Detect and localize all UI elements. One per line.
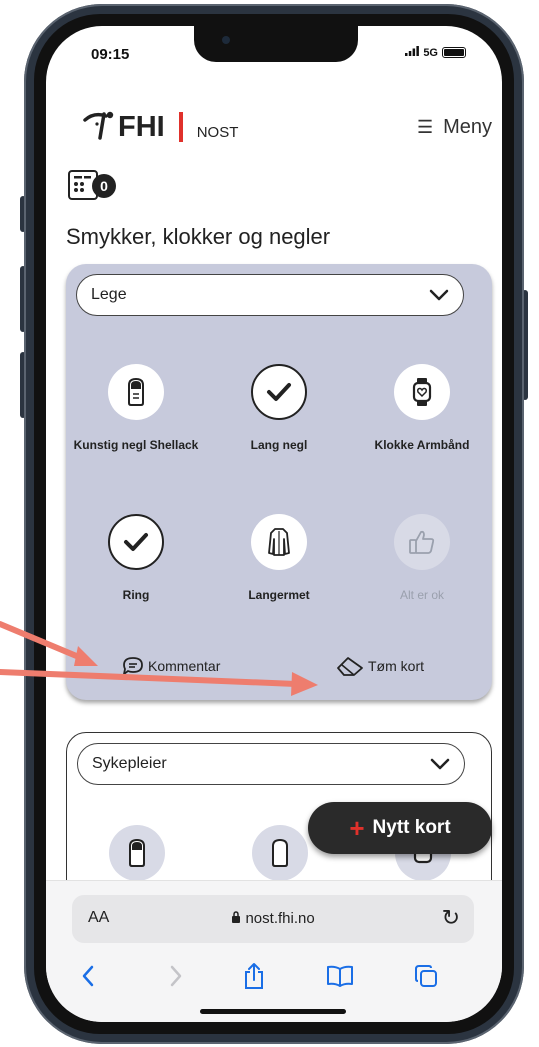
fhi-logo[interactable]: FHI NOST: [82, 108, 238, 142]
nail-icon: [272, 838, 288, 867]
hamburger-icon: ☰: [416, 117, 434, 137]
tile-klokke-armband[interactable]: Klokke Armbånd: [352, 364, 492, 458]
phone-screen: 09:15 5G FHI NOST ☰ Meny 0 Smykker, klok…: [46, 26, 502, 1022]
book-icon: [327, 965, 353, 987]
role-select-value: Sykepleier: [92, 755, 167, 772]
role-select-value: Lege: [91, 286, 127, 303]
tile-icon-circle: [251, 514, 307, 570]
brand-name: FHI: [118, 111, 165, 143]
section-title: Smykker, klokker og negler: [66, 224, 331, 249]
share-icon: [245, 963, 263, 989]
bookmarks-button[interactable]: [320, 961, 360, 991]
tile-kunstig-negl[interactable]: [67, 825, 207, 881]
signal-icon: [405, 46, 420, 59]
nail-icon: [129, 838, 145, 867]
tabs-button[interactable]: [406, 961, 446, 991]
new-card-label: Nytt kort: [372, 817, 451, 838]
back-icon: [82, 965, 94, 987]
tile-icon-circle: [108, 514, 164, 570]
app-name: NOST: [196, 124, 239, 141]
tile-label: Alt er ok: [399, 588, 444, 602]
lock-icon: [231, 910, 245, 927]
counter-badge: 0: [92, 174, 116, 198]
notch: [194, 26, 358, 62]
tile-icon-circle: [251, 364, 307, 420]
menu-label: Meny: [443, 116, 492, 138]
tile-langermet[interactable]: Langermet: [209, 514, 349, 608]
eraser-icon: [337, 657, 363, 676]
tile-label: Kunstig negl Shellack: [73, 438, 199, 452]
back-button[interactable]: [68, 961, 108, 991]
chevron-down-icon: [429, 289, 449, 301]
camera-dot: [222, 36, 230, 44]
forward-icon: [170, 965, 182, 987]
forward-button[interactable]: [156, 961, 196, 991]
role-select[interactable]: Sykepleier: [77, 743, 465, 785]
battery-icon: [442, 47, 466, 58]
tile-lang-negl[interactable]: Lang negl: [209, 364, 349, 458]
watch-icon: [412, 378, 432, 406]
address-bar[interactable]: AA nost.fhi.no ↻: [72, 895, 474, 943]
fhi-logo-mark-icon: [83, 111, 114, 140]
network-label: 5G: [423, 46, 438, 59]
annotation-arrow-icon: [0, 669, 318, 696]
sleeve-icon: [268, 528, 290, 556]
share-button[interactable]: [234, 961, 274, 991]
tile-icon-circle: [108, 364, 164, 420]
chevron-down-icon: [430, 758, 450, 770]
check-icon: [124, 533, 148, 551]
url-label: nost.fhi.no: [245, 910, 315, 927]
tile-label: Klokke Armbånd: [374, 438, 470, 452]
tile-icon-circle: [394, 514, 450, 570]
tile-icon-circle: [109, 825, 165, 881]
new-card-button[interactable]: + Nytt kort: [308, 802, 492, 854]
tile-alt-er-ok[interactable]: Alt er ok: [352, 514, 492, 608]
tile-icon-circle: [394, 364, 450, 420]
tile-label: Langermet: [248, 588, 310, 602]
menu-button[interactable]: ☰ Meny: [417, 116, 492, 139]
tabs-icon: [415, 965, 437, 987]
card-counter[interactable]: 0: [68, 166, 128, 202]
plus-icon: +: [349, 813, 365, 843]
reload-icon[interactable]: ↻: [442, 905, 460, 931]
logo-divider: [178, 112, 183, 142]
observation-card: Lege Kunstig negl Shellack Lang negl Klo…: [66, 264, 492, 700]
tile-kunstig-negl[interactable]: Kunstig negl Shellack: [66, 364, 206, 458]
tile-label: Lang negl: [250, 438, 308, 452]
home-indicator: [200, 1009, 346, 1014]
status-time: 09:15: [91, 46, 130, 63]
clear-card-button[interactable]: Tøm kort: [336, 656, 424, 676]
url-text: nost.fhi.no: [72, 910, 474, 927]
nail-icon: [128, 377, 144, 406]
tile-icon-circle: [252, 825, 308, 881]
check-icon: [267, 383, 291, 401]
role-select[interactable]: Lege: [76, 274, 464, 316]
browser-toolbar: AA nost.fhi.no ↻: [46, 880, 502, 1022]
tile-ring[interactable]: Ring: [66, 514, 206, 608]
clear-label: Tøm kort: [368, 658, 424, 674]
status-indicators: 5G: [405, 46, 466, 59]
thumbs-up-icon: [409, 530, 435, 554]
